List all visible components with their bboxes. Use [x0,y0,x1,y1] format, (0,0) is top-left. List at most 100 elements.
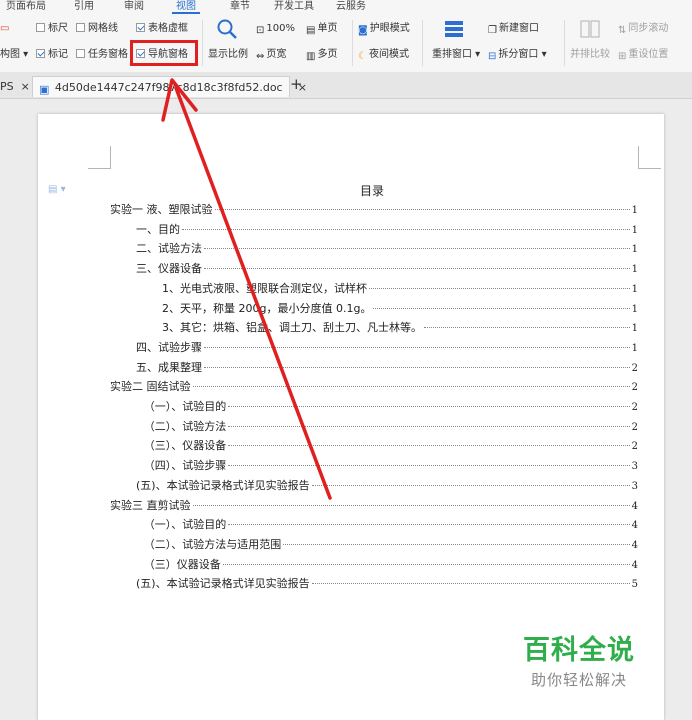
outline-view-button[interactable]: 构图 ▾ [0,48,28,62]
night-mode-button[interactable]: ☾ 夜间模式 [358,48,409,62]
toc-entry-text: （四）、试验步骤 [143,459,227,473]
watermark-brand: 百科全说 [523,635,635,666]
toc-entry[interactable]: 实验一 液、塑限试验 1 [110,202,638,218]
toc-entry-text: （二）、试验方法与适用范围 [143,537,282,551]
side-by-side-button[interactable]: 并排比较 [570,48,610,62]
night-mode-label: 夜间模式 [368,49,409,60]
zoom-button[interactable]: 显示比例 [208,48,248,62]
new-window-button[interactable]: ❐ 新建窗口 [488,22,539,36]
sync-scroll-button[interactable]: ⇅ 同步滚动 [618,22,668,36]
toc-entry[interactable]: 3、其它：烘箱、铝盒、调土刀、刮土刀、凡士林等。 1 [162,320,638,336]
toc-leader-dots [283,543,630,545]
toc-entry-text: 实验三 直剪试验 [110,498,191,512]
toc-entry-text: (五)、本试验记录格式详见实验报告 [136,577,310,591]
zoom-icon[interactable] [216,18,238,42]
watermark-slogan: 助你轻松解决 [530,671,627,689]
checkbox-checked-icon [36,49,45,58]
multi-page-icon: ▥ [306,51,316,62]
toc-leader-dots [311,484,630,486]
task-pane-checkbox[interactable]: 任务窗格 [76,48,128,62]
toc-leader-dots [204,248,630,250]
toc-page-number: 1 [631,342,638,354]
active-document-tab[interactable]: ▣ 4d50de1447c247f987c8d18c3f8fd52.doc × [32,76,307,97]
table-frame-checkbox[interactable]: 表格虚框 [136,22,188,36]
task-pane-label: 任务窗格 [88,49,128,60]
divider [422,20,423,66]
prev-tab-label: PS [0,80,14,93]
rearrange-window-icon[interactable] [444,20,464,40]
toc-entry[interactable]: 一、目的 1 [136,222,638,238]
zoom-100-label: 100% [266,23,295,34]
split-window-label: 拆分窗口 [498,49,539,60]
toc-entry-text: （一）、试验目的 [143,518,227,532]
toc-leader-dots [182,228,630,230]
toc-entry[interactable]: 2、天平，称量 200g，最小分度值 0.1g。 1 [162,301,638,317]
new-tab-plus-icon[interactable]: + [290,74,303,95]
checkbox-icon [76,49,85,58]
toc-page-number: 1 [631,303,638,315]
toc-entry[interactable]: （一）、试验目的 4 [144,517,638,533]
menu-references[interactable]: 引用 [74,0,94,14]
prev-tab[interactable]: PS × [0,76,30,97]
toc-leader-dots [204,346,630,348]
toc-entry[interactable]: 五、成果整理 2 [136,360,638,376]
toc-entry-text: 一、目的 [136,222,180,236]
toc-entry[interactable]: (五)、本试验记录格式详见实验报告 5 [136,576,638,592]
close-icon[interactable]: × [21,80,30,93]
toc-entry[interactable]: （四）、试验步骤 3 [144,458,638,474]
toc-entry[interactable]: 四、试验步骤 1 [136,340,638,356]
ruler-checkbox[interactable]: 标尺 [36,22,68,36]
zoom-100-button[interactable]: ⊡ 100% [256,22,295,36]
multi-page-button[interactable]: ▥ 多页 [306,48,337,62]
toc-page-number: 4 [631,520,638,532]
menu-section[interactable]: 章节 [230,0,250,14]
toc-leader-dots [311,583,630,585]
menu-page-layout[interactable]: 页面布局 [6,0,46,14]
single-page-label: 单页 [317,23,338,34]
document-tab-label: 4d50de1447c247f987c8d18c3f8fd52.doc [54,81,283,94]
toc-leader-dots [424,327,630,329]
toc-entry[interactable]: 实验二 固结试验 2 [110,379,638,395]
paragraph-handle-icon[interactable]: ▤ ▾ [48,184,66,195]
eye-mode-button[interactable]: ◙ 护眼模式 [358,22,410,36]
split-window-button[interactable]: ⊟ 拆分窗口 ▾ [488,48,547,62]
toc-page-number: 1 [631,205,638,216]
toc-entry[interactable]: (五)、本试验记录格式详见实验报告 3 [136,478,638,494]
reset-position-button[interactable]: ⊞ 重设位置 [618,48,668,62]
menu-cloud-service[interactable]: 云服务 [336,0,366,14]
reset-position-label: 重设位置 [628,49,669,60]
mark-checkbox[interactable]: 标记 [36,48,68,62]
toc-entry-text: 实验二 固结试验 [110,380,191,394]
page-width-button[interactable]: ⇔ 页宽 [256,48,286,62]
divider [352,20,353,66]
toc-entry[interactable]: 二、试验方法 1 [136,241,638,257]
toc-page-number: 1 [631,224,638,236]
single-page-button[interactable]: ▤ 单页 [306,22,337,36]
menu-developer-tools[interactable]: 开发工具 [274,0,314,14]
toc-entry[interactable]: （二）、试验方法与适用范围 4 [144,537,638,553]
toc-entry[interactable]: 实验三 直剪试验 4 [110,498,638,514]
toc-entry[interactable]: （三）、仪器设备 2 [144,438,638,454]
toc-entry-text: 二、试验方法 [136,242,202,256]
gridlines-checkbox[interactable]: 网格线 [76,22,118,36]
table-frame-label: 表格虚框 [148,23,188,34]
page-width-icon: ⇔ [256,51,265,62]
toc-entry[interactable]: （一）、试验目的 2 [144,399,638,415]
toc-page-number: 1 [631,283,638,295]
gridlines-label: 网格线 [88,23,118,34]
toc-entry[interactable]: （三）仪器设备 4 [144,557,638,573]
toc-leader-dots [228,524,630,526]
toc-page-number: 4 [631,559,638,571]
toc-entry[interactable]: 1、光电式液限、塑限联合测定仪，试样杯 1 [162,281,638,297]
toc-leader-dots [204,366,630,368]
rearrange-window-button[interactable]: 重排窗口 ▾ [432,48,480,62]
multi-page-label: 多页 [317,49,338,60]
document-tab-bar: PS × ▣ 4d50de1447c247f987c8d18c3f8fd52.d… [0,72,692,99]
checkbox-icon [36,23,45,32]
menu-review[interactable]: 审阅 [124,0,144,14]
toc-entry[interactable]: 三、仪器设备 1 [136,261,638,277]
toc-entry[interactable]: （二）、试验方法 2 [144,419,638,435]
toc-entry-text: 三、仪器设备 [136,262,202,276]
toc-leader-dots [373,307,630,309]
toc-page-number: 2 [631,421,638,433]
